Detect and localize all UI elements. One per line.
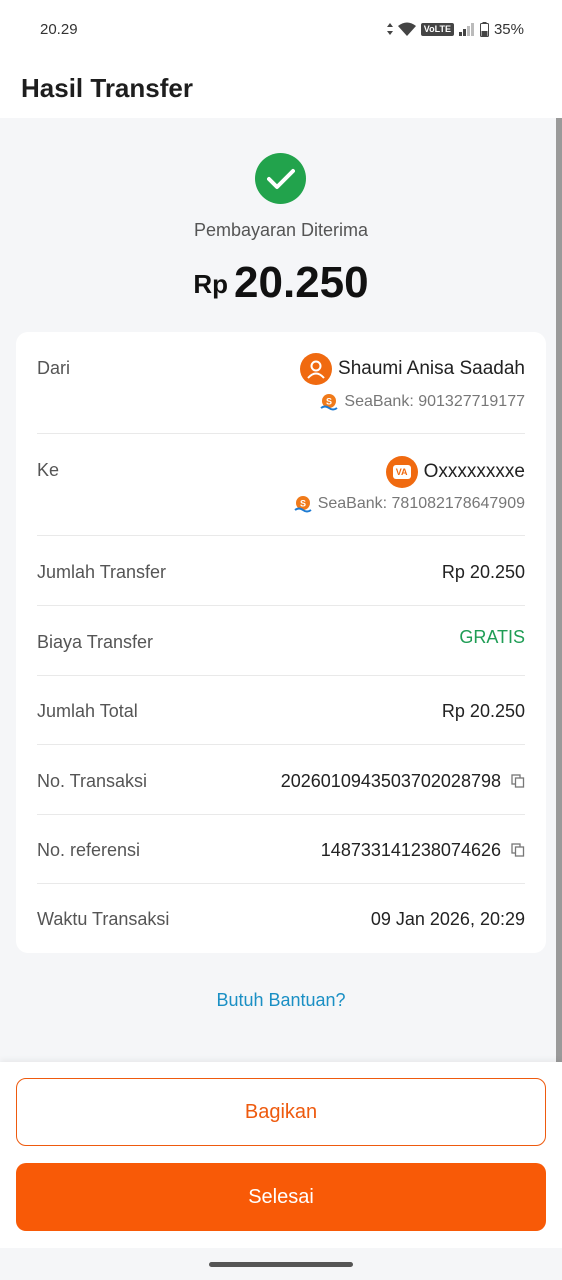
recipient-name: Oxxxxxxxxe (423, 461, 525, 482)
copy-icon[interactable] (511, 843, 525, 857)
detail-value: Rp 20.250 (441, 562, 525, 582)
transaction-id-value[interactable]: 2026010943503702028798 (281, 771, 525, 792)
amount-value: 20.250 (234, 258, 369, 307)
reference-number: 148733141238074626 (320, 840, 501, 860)
detail-row-transfer-amount: Jumlah Transfer Rp 20.250 (37, 536, 525, 606)
detail-row-to: Ke VA Oxxxxxxxxe S SeaBank: 781082178647… (37, 434, 525, 536)
status-bar: 20.29 VoLTE 35% (0, 0, 562, 58)
recipient-bank: S SeaBank: 781082178647909 (294, 495, 525, 513)
svg-text:S: S (326, 397, 332, 407)
check-circle-icon (255, 153, 306, 204)
status-time: 20.29 (40, 20, 78, 38)
sender: Shaumi Anisa Saadah (300, 353, 525, 385)
detail-label: Biaya Transfer (37, 632, 154, 652)
payment-summary: Pembayaran Diterima Rp 20.250 (0, 118, 556, 328)
battery-level: 35% (493, 20, 524, 38)
header: Hasil Transfer (0, 58, 562, 118)
home-gesture-handle[interactable] (209, 1262, 353, 1267)
done-button[interactable]: Selesai (16, 1163, 546, 1231)
sender-bank: S SeaBank: 901327719177 (320, 393, 525, 411)
svg-text:S: S (300, 499, 306, 509)
detail-row-transfer-fee: Biaya Transfer GRATIS (37, 606, 525, 676)
share-button[interactable]: Bagikan (16, 1078, 546, 1146)
virtual-account-icon: VA (385, 456, 418, 488)
detail-label: Ke (37, 460, 60, 480)
detail-row-from: Dari Shaumi Anisa Saadah S SeaBank: 9013… (37, 332, 525, 434)
seabank-icon: S (320, 394, 338, 411)
recipient-bank-account: SeaBank: 781082178647909 (317, 495, 525, 512)
detail-value: Rp 20.250 (441, 701, 525, 721)
user-avatar-icon (300, 353, 333, 385)
detail-label: Jumlah Transfer (37, 562, 167, 582)
detail-label: Dari (37, 358, 71, 378)
detail-row-reference: No. referensi 148733141238074626 (37, 815, 525, 884)
reference-value[interactable]: 148733141238074626 (321, 840, 525, 861)
detail-row-total: Jumlah Total Rp 20.250 (37, 676, 525, 745)
detail-label: Waktu Transaksi (37, 909, 170, 929)
detail-label: No. referensi (37, 840, 141, 860)
detail-row-transaction-id: No. Transaksi 2026010943503702028798 (37, 745, 525, 815)
fee-value: GRATIS (459, 627, 525, 647)
transfer-details-card: Dari Shaumi Anisa Saadah S SeaBank: 9013… (16, 332, 546, 953)
page-title: Hasil Transfer (21, 72, 193, 103)
data-arrows-icon (386, 23, 393, 35)
detail-label: Jumlah Total (37, 701, 138, 721)
status-icons: VoLTE 35% (386, 20, 524, 38)
detail-label: No. Transaksi (37, 771, 148, 791)
copy-icon[interactable] (511, 774, 525, 788)
detail-value: 09 Jan 2026, 20:29 (370, 909, 525, 929)
action-panel: Bagikan Selesai (0, 1062, 562, 1248)
detail-row-transaction-time: Waktu Transaksi 09 Jan 2026, 20:29 (37, 884, 525, 953)
sender-bank-account: SeaBank: 901327719177 (344, 393, 525, 410)
va-badge: VA (392, 465, 411, 479)
payment-status: Pembayaran Diterima (193, 220, 369, 240)
payment-amount: Rp 20.250 (0, 258, 562, 308)
signal-icon (458, 22, 474, 36)
help-link[interactable]: Butuh Bantuan? (0, 990, 562, 1011)
transaction-id: 2026010943503702028798 (280, 771, 501, 791)
volte-badge: VoLTE (420, 22, 454, 36)
recipient: VA Oxxxxxxxxe (385, 456, 525, 488)
sender-name: Shaumi Anisa Saadah (338, 358, 525, 379)
navigation-bar (0, 1248, 562, 1280)
wifi-icon (397, 22, 416, 36)
seabank-icon: S (294, 496, 312, 513)
battery-icon (479, 21, 489, 37)
amount-currency: Rp (193, 269, 229, 299)
